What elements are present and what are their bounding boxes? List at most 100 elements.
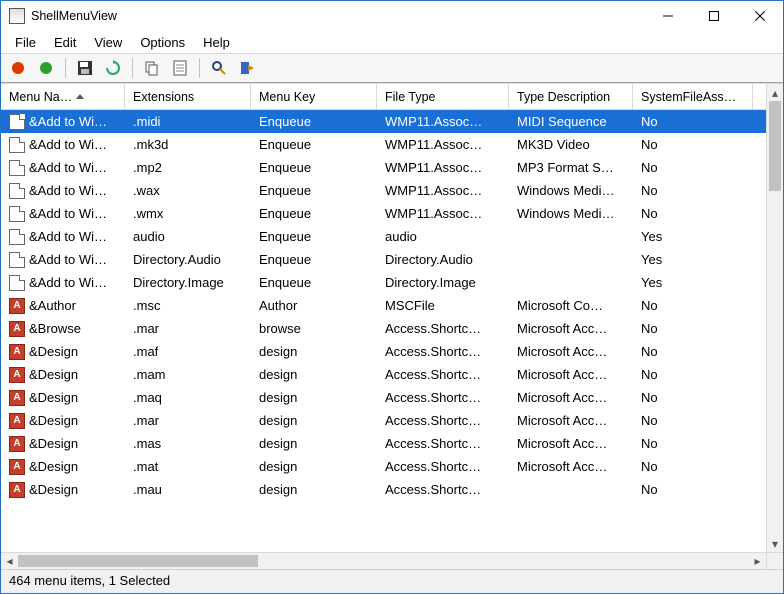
- window-controls: [645, 1, 783, 31]
- refresh-button[interactable]: [102, 57, 124, 79]
- table-cell: WMP11.Assoc…: [377, 183, 509, 198]
- table-cell: No: [633, 321, 753, 336]
- disable-button[interactable]: [7, 57, 29, 79]
- table-cell: .msc: [125, 298, 251, 313]
- table-cell: No: [633, 160, 753, 175]
- table-row[interactable]: &Add to Wi…audioEnqueueaudioYes: [1, 225, 766, 248]
- grid-wrapper: Menu Na…ExtensionsMenu KeyFile TypeType …: [1, 84, 783, 569]
- table-cell: .wax: [125, 183, 251, 198]
- menu-file[interactable]: File: [7, 33, 44, 52]
- table-cell: No: [633, 482, 753, 497]
- table-cell: design: [251, 390, 377, 405]
- cell-text: &Browse: [29, 321, 81, 336]
- red-dot-icon: [12, 62, 24, 74]
- table-cell: Microsoft Acc…: [509, 344, 633, 359]
- vscroll-thumb[interactable]: [769, 101, 781, 191]
- table-cell: .wmx: [125, 206, 251, 221]
- table-row[interactable]: &Design.masdesignAccess.Shortc…Microsoft…: [1, 432, 766, 455]
- app-icon: [9, 8, 25, 24]
- scroll-right-icon[interactable]: ▸: [749, 554, 766, 568]
- enable-button[interactable]: [35, 57, 57, 79]
- table-cell: &Add to Wi…: [1, 160, 125, 176]
- hscroll-track[interactable]: [18, 553, 749, 569]
- titlebar[interactable]: ShellMenuView: [1, 1, 783, 31]
- properties-button[interactable]: [169, 57, 191, 79]
- table-cell: Enqueue: [251, 183, 377, 198]
- cell-text: &Add to Wi…: [29, 206, 107, 221]
- table-cell: Microsoft Co…: [509, 298, 633, 313]
- table-cell: Directory.Audio: [377, 252, 509, 267]
- column-header[interactable]: Type Description: [509, 84, 633, 109]
- table-cell: Windows Medi…: [509, 183, 633, 198]
- hscroll-thumb[interactable]: [18, 555, 258, 567]
- table-cell: &Design: [1, 390, 125, 406]
- table-row[interactable]: &Add to Wi….mk3dEnqueueWMP11.Assoc…MK3D …: [1, 133, 766, 156]
- table-cell: Directory.Image: [377, 275, 509, 290]
- menu-edit[interactable]: Edit: [46, 33, 84, 52]
- vertical-scrollbar[interactable]: ▴ ▾: [766, 84, 783, 552]
- maximize-icon: [709, 11, 719, 21]
- column-header[interactable]: Menu Na…: [1, 84, 125, 109]
- table-cell: MIDI Sequence: [509, 114, 633, 129]
- close-icon: [755, 11, 765, 21]
- cell-text: &Design: [29, 344, 78, 359]
- table-cell: Access.Shortc…: [377, 321, 509, 336]
- exit-button[interactable]: [236, 57, 258, 79]
- scroll-down-icon[interactable]: ▾: [767, 535, 783, 552]
- menu-options[interactable]: Options: [132, 33, 193, 52]
- horizontal-scrollbar[interactable]: ◂ ▸: [1, 552, 766, 569]
- table-row[interactable]: &Browse.marbrowseAccess.Shortc…Microsoft…: [1, 317, 766, 340]
- table-cell: design: [251, 482, 377, 497]
- table-row[interactable]: &Add to Wi….mp2EnqueueWMP11.Assoc…MP3 Fo…: [1, 156, 766, 179]
- table-row[interactable]: &Design.matdesignAccess.Shortc…Microsoft…: [1, 455, 766, 478]
- toolbar-separator: [199, 58, 200, 78]
- table-row[interactable]: &Design.maudesignAccess.Shortc…No: [1, 478, 766, 501]
- table-row[interactable]: &Design.mardesignAccess.Shortc…Microsoft…: [1, 409, 766, 432]
- table-cell: &Author: [1, 298, 125, 314]
- table-row[interactable]: &Add to Wi….waxEnqueueWMP11.Assoc…Window…: [1, 179, 766, 202]
- column-header[interactable]: Menu Key: [251, 84, 377, 109]
- find-button[interactable]: [208, 57, 230, 79]
- table-cell: Microsoft Acc…: [509, 413, 633, 428]
- menu-view[interactable]: View: [86, 33, 130, 52]
- green-dot-icon: [40, 62, 52, 74]
- access-icon: [9, 436, 25, 452]
- table-cell: &Add to Wi…: [1, 252, 125, 268]
- table-row[interactable]: &Add to Wi…Directory.ImageEnqueueDirecto…: [1, 271, 766, 294]
- save-button[interactable]: [74, 57, 96, 79]
- column-header[interactable]: SystemFileAss…: [633, 84, 753, 109]
- copy-button[interactable]: [141, 57, 163, 79]
- scroll-left-icon[interactable]: ◂: [1, 554, 18, 568]
- cell-text: &Author: [29, 298, 76, 313]
- table-cell: Access.Shortc…: [377, 390, 509, 405]
- cell-text: &Add to Wi…: [29, 114, 107, 129]
- column-header[interactable]: Extensions: [125, 84, 251, 109]
- table-cell: design: [251, 459, 377, 474]
- table-cell: &Design: [1, 459, 125, 475]
- table-row[interactable]: &Design.maqdesignAccess.Shortc…Microsoft…: [1, 386, 766, 409]
- page-icon: [9, 229, 25, 245]
- access-icon: [9, 459, 25, 475]
- maximize-button[interactable]: [691, 1, 737, 31]
- table-cell: .mk3d: [125, 137, 251, 152]
- column-header[interactable]: File Type: [377, 84, 509, 109]
- window-title: ShellMenuView: [31, 9, 117, 23]
- list-view[interactable]: Menu Na…ExtensionsMenu KeyFile TypeType …: [1, 84, 766, 552]
- table-row[interactable]: &Design.mamdesignAccess.Shortc…Microsoft…: [1, 363, 766, 386]
- table-row[interactable]: &Design.mafdesignAccess.Shortc…Microsoft…: [1, 340, 766, 363]
- table-row[interactable]: &Add to Wi…Directory.AudioEnqueueDirecto…: [1, 248, 766, 271]
- menu-help[interactable]: Help: [195, 33, 238, 52]
- table-row[interactable]: &Author.mscAuthorMSCFileMicrosoft Co…No: [1, 294, 766, 317]
- table-cell: Author: [251, 298, 377, 313]
- table-cell: Enqueue: [251, 114, 377, 129]
- table-cell: Yes: [633, 275, 753, 290]
- minimize-button[interactable]: [645, 1, 691, 31]
- scroll-up-icon[interactable]: ▴: [767, 84, 783, 101]
- table-cell: MSCFile: [377, 298, 509, 313]
- table-row[interactable]: &Add to Wi….midiEnqueueWMP11.Assoc…MIDI …: [1, 110, 766, 133]
- close-button[interactable]: [737, 1, 783, 31]
- table-cell: Microsoft Acc…: [509, 436, 633, 451]
- access-icon: [9, 390, 25, 406]
- table-row[interactable]: &Add to Wi….wmxEnqueueWMP11.Assoc…Window…: [1, 202, 766, 225]
- app-window: ShellMenuView File Edit View Options Hel…: [0, 0, 784, 594]
